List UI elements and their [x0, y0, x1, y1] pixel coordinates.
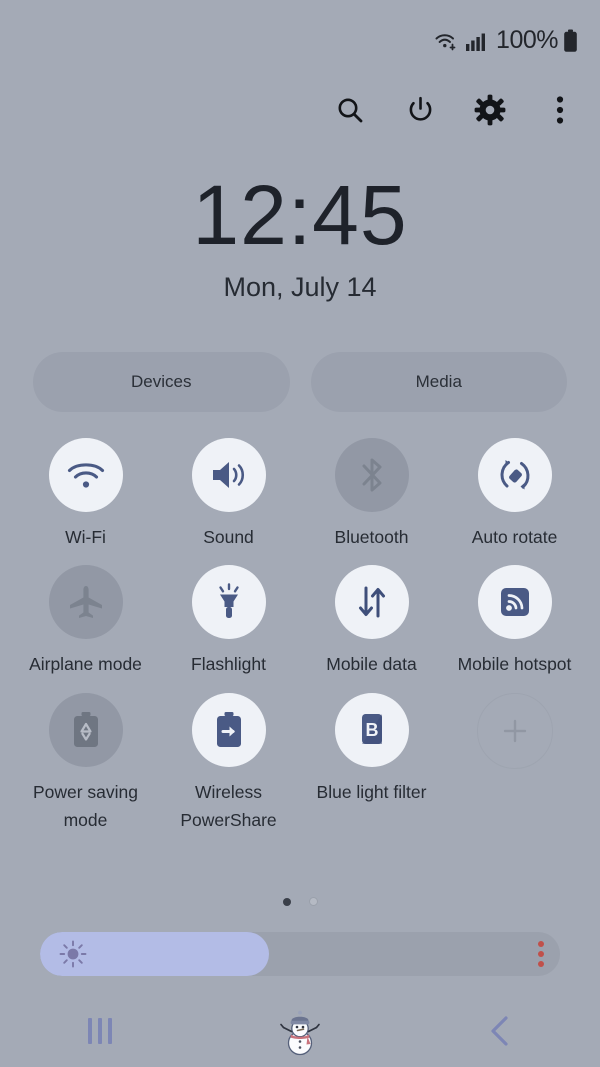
search-icon[interactable]	[328, 88, 372, 132]
shortcut-pills: Devices Media	[33, 352, 567, 412]
settings-gear-icon[interactable]	[468, 88, 512, 132]
add-tile-icon[interactable]	[476, 692, 553, 769]
tile-bluetooth[interactable]: Bluetooth	[300, 438, 443, 551]
tile-wireless-powershare[interactable]: Wireless PowerShare	[157, 692, 300, 835]
recents-icon[interactable]	[0, 1018, 200, 1044]
tile-label: Sound	[203, 527, 254, 547]
quick-settings-grid: Wi-Fi Sound Bluetooth Auto rotate Airpla…	[14, 438, 586, 834]
battery-percent-label: 100%	[496, 25, 558, 54]
media-button[interactable]: Media	[310, 352, 567, 412]
brightness-sun-icon	[58, 939, 88, 969]
tile-label: Blue light filter	[316, 781, 427, 802]
page-dot[interactable]	[308, 897, 318, 906]
tile-airplane-mode[interactable]: Airplane mode	[14, 565, 157, 678]
airplane-icon[interactable]	[48, 565, 123, 640]
flashlight-icon[interactable]	[191, 565, 266, 640]
battery-full-icon	[563, 29, 578, 53]
wifi-icon[interactable]	[48, 438, 123, 512]
tile-label: Airplane mode	[29, 654, 142, 675]
cellular-signal-icon	[465, 31, 487, 53]
quick-settings-row: Wi-Fi Sound Bluetooth Auto rotate	[14, 438, 586, 551]
tile-add[interactable]	[443, 692, 586, 835]
blue-light-filter-icon[interactable]: B	[334, 692, 409, 767]
quick-settings-row: Power saving mode Wireless PowerShare B …	[14, 692, 586, 835]
wifi-signal-icon	[434, 29, 461, 53]
auto-rotate-icon[interactable]	[477, 438, 552, 512]
page-indicator	[0, 897, 600, 906]
clock-section[interactable]: 12:45 Mon, July 14	[0, 168, 600, 303]
svg-text:B: B	[365, 720, 378, 740]
wireless-powershare-icon[interactable]	[191, 692, 266, 767]
mobile-data-icon[interactable]	[334, 565, 409, 640]
quick-settings-panel: 100% 12:45 Mon, July 14 Devices Media Wi…	[0, 0, 600, 1067]
status-bar: 100%	[0, 0, 600, 80]
tile-auto-rotate[interactable]: Auto rotate	[443, 438, 586, 551]
tile-label: Wireless PowerShare	[180, 781, 277, 831]
devices-button[interactable]: Devices	[33, 352, 290, 412]
tile-label: Bluetooth	[334, 527, 409, 547]
sound-icon[interactable]	[191, 438, 266, 512]
status-icons: 100%	[434, 25, 578, 54]
tile-sound[interactable]: Sound	[157, 438, 300, 551]
tile-label: Flashlight	[191, 654, 266, 675]
overflow-menu-icon[interactable]	[538, 88, 582, 132]
tile-mobile-data[interactable]: Mobile data	[300, 565, 443, 678]
back-chevron-icon[interactable]	[400, 1014, 600, 1048]
mobile-hotspot-icon[interactable]	[477, 565, 552, 640]
tile-label: Mobile data	[326, 654, 417, 675]
tile-wifi[interactable]: Wi-Fi	[14, 438, 157, 551]
home-snowman-icon[interactable]	[200, 1005, 400, 1057]
panel-toolbar	[328, 88, 582, 132]
page-dot-active[interactable]	[282, 897, 291, 906]
tile-label: Wi-Fi	[65, 527, 106, 547]
tile-label: Mobile hotspot	[457, 654, 572, 675]
brightness-slider[interactable]	[40, 932, 560, 976]
bluetooth-icon[interactable]	[334, 438, 409, 512]
tile-blue-light-filter[interactable]: B Blue light filter	[300, 692, 443, 835]
brightness-options-icon[interactable]	[538, 932, 544, 976]
quick-settings-row: Airplane mode Flashlight Mobile data Mob…	[14, 565, 586, 678]
tile-power-saving-mode[interactable]: Power saving mode	[14, 692, 157, 835]
clock-date: Mon, July 14	[223, 271, 377, 302]
tile-label: Power saving mode	[32, 781, 139, 831]
clock-time: 12:45	[192, 168, 408, 262]
power-saving-icon[interactable]	[48, 692, 123, 767]
power-icon[interactable]	[398, 88, 442, 132]
tile-label: Auto rotate	[471, 527, 558, 547]
navigation-bar	[0, 995, 600, 1067]
tile-mobile-hotspot[interactable]: Mobile hotspot	[443, 565, 586, 678]
tile-flashlight[interactable]: Flashlight	[157, 565, 300, 678]
